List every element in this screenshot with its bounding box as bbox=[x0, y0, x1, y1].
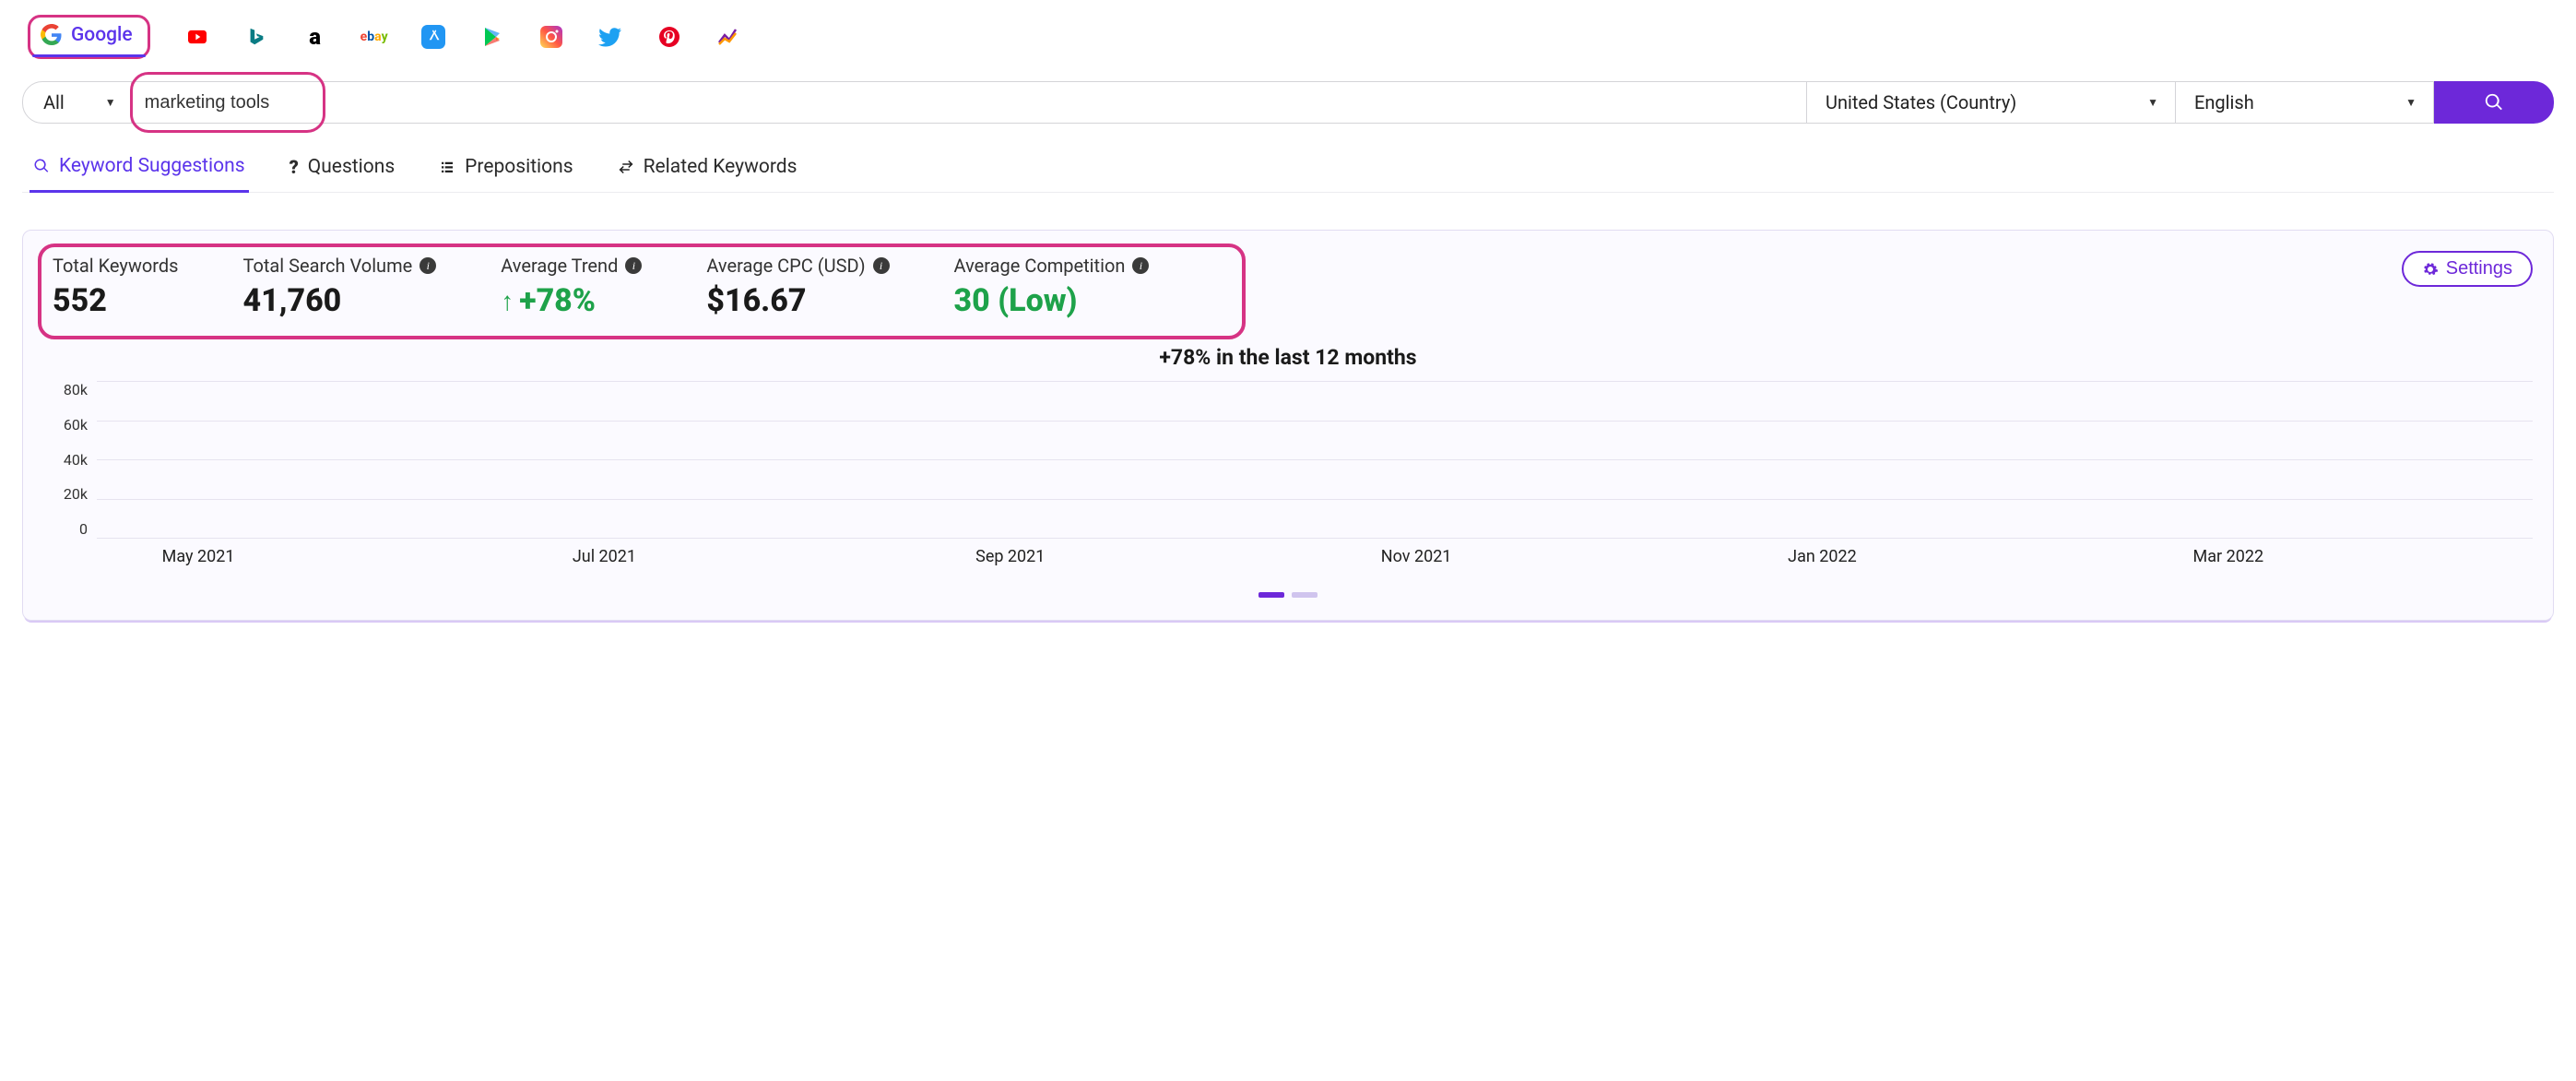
language-select[interactable]: English ▼ bbox=[2176, 81, 2434, 124]
x-tick: Sep 2021 bbox=[909, 547, 1112, 566]
metric-label: Average CPC (USD) bbox=[706, 255, 865, 277]
x-tick: Jul 2021 bbox=[502, 547, 705, 566]
tab-label: Related Keywords bbox=[644, 156, 798, 178]
tab-questions[interactable]: ? Questions bbox=[286, 148, 399, 191]
info-icon[interactable]: i bbox=[873, 257, 890, 274]
info-icon[interactable]: i bbox=[419, 257, 436, 274]
instagram-icon[interactable] bbox=[539, 25, 563, 49]
metric-value: 30 (Low) bbox=[954, 282, 1150, 319]
country-select[interactable]: United States (Country) ▼ bbox=[1807, 81, 2176, 124]
settings-button[interactable]: Settings bbox=[2402, 251, 2533, 287]
tab-label: Questions bbox=[308, 156, 395, 178]
info-icon[interactable]: i bbox=[1132, 257, 1149, 274]
tab-keyword-suggestions[interactable]: Keyword Suggestions bbox=[30, 148, 249, 193]
metric-avg-cpc: Average CPC (USD) i $16.67 bbox=[706, 255, 889, 319]
trend-icon[interactable] bbox=[716, 25, 740, 49]
x-tick: Mar 2022 bbox=[2127, 547, 2330, 566]
metric-value: +78% bbox=[519, 282, 596, 319]
x-tick: May 2021 bbox=[97, 547, 300, 566]
search-icon bbox=[2484, 92, 2504, 113]
metric-label: Average Trend bbox=[501, 255, 618, 277]
metric-value: 552 bbox=[53, 282, 178, 319]
metrics-row: Total Keywords 552 Total Search Volume i … bbox=[43, 249, 2402, 319]
ebay-icon[interactable]: ebay bbox=[362, 25, 386, 49]
metric-value: 41,760 bbox=[242, 282, 436, 319]
google-icon bbox=[40, 23, 64, 47]
arrow-up-icon: ↑ bbox=[501, 286, 514, 316]
chart-y-axis: 80k 60k 40k 20k 0 bbox=[43, 381, 97, 538]
metric-avg-trend: Average Trend i ↑+78% bbox=[501, 255, 642, 319]
metric-total-keywords: Total Keywords 552 bbox=[53, 255, 178, 319]
search-icon bbox=[33, 158, 50, 174]
source-google[interactable]: Google bbox=[28, 15, 150, 59]
country-select-value: United States (Country) bbox=[1826, 91, 2016, 113]
search-input[interactable] bbox=[145, 92, 1793, 113]
caret-down-icon: ▼ bbox=[2147, 96, 2158, 109]
y-tick: 0 bbox=[43, 520, 88, 538]
y-tick: 80k bbox=[43, 381, 88, 398]
tab-prepositions[interactable]: Prepositions bbox=[435, 148, 576, 191]
gear-icon bbox=[2422, 261, 2439, 278]
metric-label: Average Competition bbox=[954, 255, 1126, 277]
y-tick: 20k bbox=[43, 485, 88, 503]
x-tick: Jan 2022 bbox=[1720, 547, 1923, 566]
bing-icon[interactable] bbox=[244, 25, 268, 49]
caret-down-icon: ▼ bbox=[2405, 96, 2416, 109]
tab-label: Keyword Suggestions bbox=[59, 155, 245, 177]
caret-down-icon: ▼ bbox=[105, 96, 116, 109]
tab-label: Prepositions bbox=[465, 156, 573, 178]
chart-plot bbox=[97, 381, 2533, 538]
metric-avg-competition: Average Competition i 30 (Low) bbox=[954, 255, 1150, 319]
chart-pager bbox=[43, 592, 2533, 598]
language-select-value: English bbox=[2194, 91, 2254, 113]
swap-icon bbox=[618, 159, 634, 175]
search-bar: All ▼ United States (Country) ▼ English … bbox=[22, 81, 2554, 124]
summary-panel: Total Keywords 552 Total Search Volume i … bbox=[22, 230, 2554, 621]
twitter-icon[interactable] bbox=[598, 25, 622, 49]
appstore-icon[interactable] bbox=[421, 25, 445, 49]
scope-select-value: All bbox=[43, 91, 65, 113]
metric-value: $16.67 bbox=[706, 282, 889, 319]
x-tick: Nov 2021 bbox=[1315, 547, 1518, 566]
youtube-icon[interactable] bbox=[185, 25, 209, 49]
playstore-icon[interactable] bbox=[480, 25, 504, 49]
y-tick: 60k bbox=[43, 416, 88, 434]
trend-chart: 80k 60k 40k 20k 0 bbox=[43, 381, 2533, 538]
info-icon[interactable]: i bbox=[625, 257, 642, 274]
source-selector: Google a ebay bbox=[22, 11, 2554, 76]
settings-label: Settings bbox=[2446, 258, 2512, 279]
list-icon bbox=[439, 159, 455, 175]
pinterest-icon[interactable] bbox=[657, 25, 681, 49]
source-google-label: Google bbox=[71, 24, 133, 46]
metric-total-volume: Total Search Volume i 41,760 bbox=[242, 255, 436, 319]
search-input-wrap bbox=[132, 81, 1807, 124]
result-tabs: Keyword Suggestions ? Questions Preposit… bbox=[22, 148, 2554, 193]
page-dot-2[interactable] bbox=[1292, 592, 1318, 598]
chart-title: +78% in the last 12 months bbox=[43, 345, 2533, 370]
scope-select[interactable]: All ▼ bbox=[22, 81, 132, 124]
amazon-icon[interactable]: a bbox=[303, 25, 327, 49]
y-tick: 40k bbox=[43, 451, 88, 469]
tab-related-keywords[interactable]: Related Keywords bbox=[614, 148, 801, 191]
question-icon: ? bbox=[290, 156, 299, 178]
metric-label: Total Search Volume bbox=[242, 255, 412, 277]
search-button[interactable] bbox=[2434, 81, 2554, 124]
chart-x-axis: May 2021.Jul 2021.Sep 2021.Nov 2021.Jan … bbox=[97, 547, 2533, 566]
metric-label: Total Keywords bbox=[53, 255, 178, 277]
page-dot-1[interactable] bbox=[1258, 592, 1284, 598]
